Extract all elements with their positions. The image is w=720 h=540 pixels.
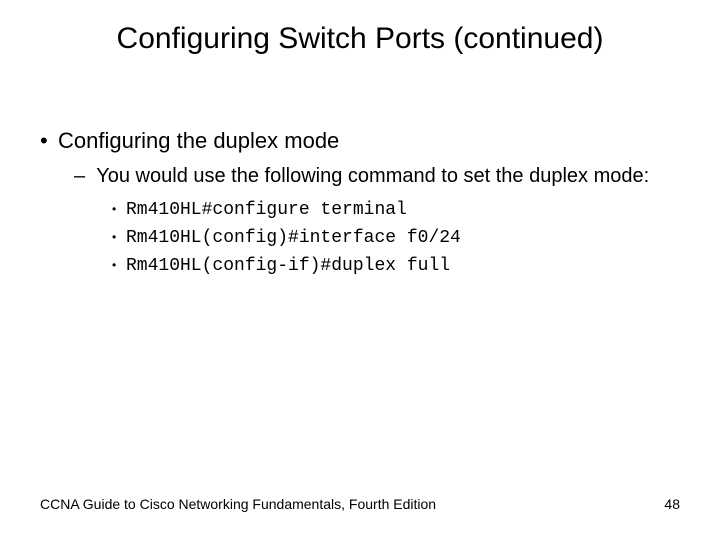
lvl1-text: Configuring the duplex mode [58, 128, 339, 153]
bullet-level1: •Configuring the duplex mode [40, 128, 680, 154]
bullet-level2: – You would use the following command to… [74, 164, 680, 189]
bullet-level3-cmd2: •Rm410HL(config)#interface f0/24 [112, 223, 680, 251]
page-number: 48 [664, 496, 680, 512]
bullet-dot-icon: • [40, 128, 58, 154]
bullet-level3-cmd1: •Rm410HL#configure terminal [112, 195, 680, 223]
bullet-dot-icon: • [112, 229, 126, 246]
bullet-dot-icon: • [112, 257, 126, 274]
cmd3-text: Rm410HL(config-if)#duplex full [126, 256, 450, 276]
slide-title: Configuring Switch Ports (continued) [0, 22, 720, 56]
lvl2-text: You would use the following command to s… [96, 165, 649, 187]
slide-body: •Configuring the duplex mode – You would… [40, 128, 680, 279]
cmd1-text: Rm410HL#configure terminal [126, 200, 407, 220]
footer-source: CCNA Guide to Cisco Networking Fundament… [40, 496, 436, 512]
cmd2-text: Rm410HL(config)#interface f0/24 [126, 228, 461, 248]
bullet-level3-cmd3: •Rm410HL(config-if)#duplex full [112, 251, 680, 279]
bullet-dot-icon: • [112, 201, 126, 218]
